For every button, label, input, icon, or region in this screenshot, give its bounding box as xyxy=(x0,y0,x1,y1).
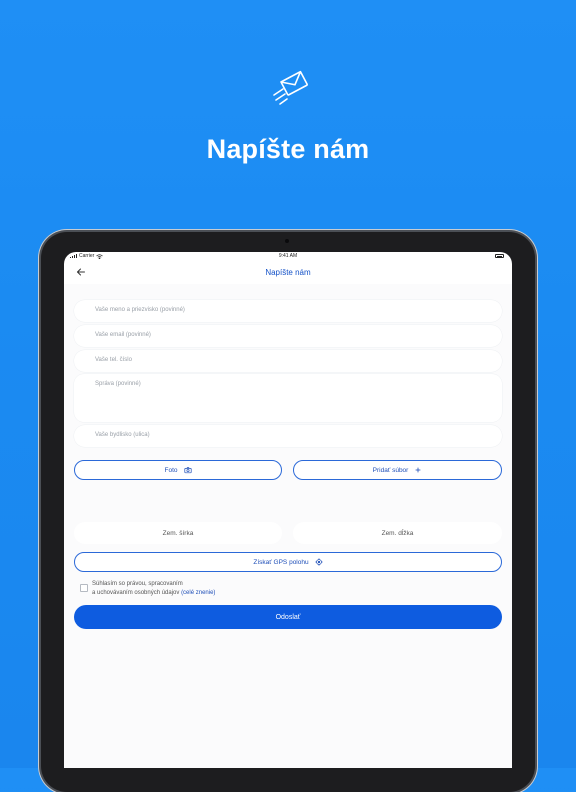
envelope-send-icon xyxy=(273,70,308,105)
status-bar: Carrier 9:41 AM xyxy=(64,252,512,262)
name-placeholder: Vaše meno a priezvisko (povinné) xyxy=(95,307,185,313)
longitude-field[interactable]: Zem. dĺžka xyxy=(293,522,502,544)
status-time: 9:41 AM xyxy=(278,253,298,259)
hero-title: Napíšte nám xyxy=(206,134,370,164)
photo-label: Foto xyxy=(164,466,178,474)
submit-button[interactable]: Odoslať xyxy=(74,605,502,629)
camera-icon xyxy=(183,467,192,474)
gps-label: Získať GPS polohu xyxy=(253,558,309,566)
phone-field[interactable]: Vaše tel. číslo xyxy=(74,350,502,372)
consent-checkbox[interactable] xyxy=(80,584,88,592)
submit-label: Odoslať xyxy=(275,613,301,621)
latitude-field[interactable]: Zem. šírka xyxy=(74,522,282,544)
battery-icon xyxy=(495,254,504,258)
address-field[interactable]: Vaše bydlisko (ulica) xyxy=(74,425,502,447)
message-field[interactable]: Správa (povinné) xyxy=(74,374,502,422)
phone-placeholder: Vaše tel. číslo xyxy=(95,357,132,363)
email-field[interactable]: Vaše email (povinné) xyxy=(74,325,502,347)
address-placeholder: Vaše bydlisko (ulica) xyxy=(95,432,150,438)
navbar: Napíšte nám xyxy=(64,262,512,284)
nav-title: Napíšte nám xyxy=(265,268,311,277)
photo-button[interactable]: Foto xyxy=(74,460,282,480)
add-file-label: Pridať súbor xyxy=(372,466,409,474)
longitude-label: Zem. dĺžka xyxy=(381,529,414,537)
consent-line2: a uchovávaním osobných údajov xyxy=(92,590,182,596)
name-field[interactable]: Vaše meno a priezvisko (povinné) xyxy=(74,300,502,322)
gps-button[interactable]: Získať GPS polohu xyxy=(74,552,502,572)
latitude-label: Zem. šírka xyxy=(162,529,194,537)
add-file-button[interactable]: Pridať súbor xyxy=(293,460,502,480)
plus-icon xyxy=(415,467,421,473)
message-placeholder: Správa (povinné) xyxy=(95,381,141,387)
email-placeholder: Vaše email (povinné) xyxy=(95,332,151,338)
contact-form: Vaše meno a priezvisko (povinné) Vaše em… xyxy=(64,284,512,768)
camera-dot xyxy=(285,239,289,243)
location-target-icon xyxy=(314,558,323,566)
consent-text: Súhlasím so právou, spracovaním a uchová… xyxy=(92,580,372,598)
consent-full-text-link[interactable]: (celé znenie) xyxy=(181,590,215,596)
consent-line1: Súhlasím so právou, spracovaním xyxy=(92,581,183,587)
app-screen: Carrier 9:41 AM Napíšte nám Vaše meno a … xyxy=(64,252,512,768)
